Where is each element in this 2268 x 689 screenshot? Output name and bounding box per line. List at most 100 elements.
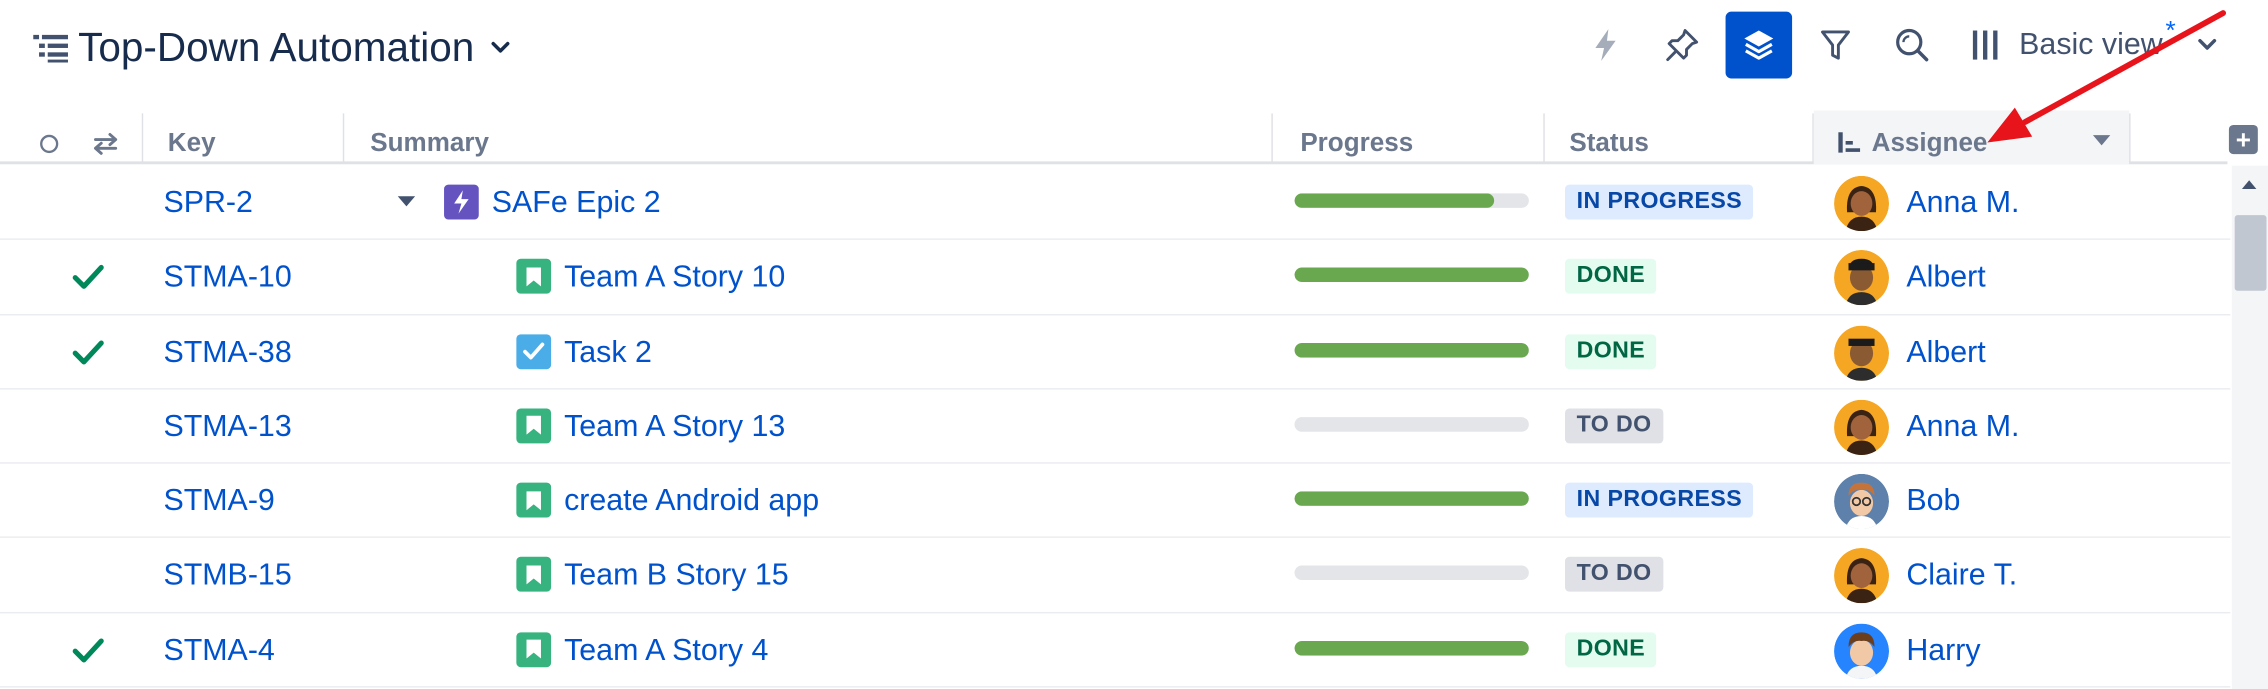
view-name: Basic view — [2019, 27, 2163, 62]
task-icon — [516, 333, 552, 369]
assignee-name[interactable]: Claire T. — [1906, 559, 2017, 594]
issue-summary[interactable]: Team A Story 4 — [564, 633, 768, 668]
story-icon — [516, 631, 552, 667]
progress-fill — [1294, 491, 1529, 507]
check-icon — [72, 638, 104, 663]
table-row[interactable]: STMB-15 Team B Story 15 TO DO Claire T. — [0, 539, 2231, 614]
table-row[interactable]: STMA-9 create Android app IN PROGRESS Bo… — [0, 464, 2231, 539]
assignee-name[interactable]: Albert — [1906, 261, 1985, 296]
progress-bar — [1294, 640, 1529, 656]
progress-bar — [1294, 417, 1529, 432]
assignee-name[interactable]: Anna M. — [1906, 186, 2019, 221]
check-icon — [72, 265, 104, 290]
pin-icon — [1666, 29, 1699, 62]
avatar-claire — [1834, 548, 1889, 604]
layers-button[interactable] — [1725, 11, 1793, 79]
epic-icon — [444, 184, 479, 220]
avatar-harry — [1834, 623, 1889, 679]
issue-key[interactable]: STMA-38 — [163, 335, 291, 370]
column-header-summary[interactable]: Summary — [370, 110, 489, 164]
issue-key[interactable]: STMA-10 — [163, 261, 291, 296]
issue-key[interactable]: SPR-2 — [163, 186, 252, 221]
progress-fill — [1294, 640, 1529, 656]
issue-key[interactable]: STMB-15 — [163, 559, 291, 594]
collapse-caret-icon[interactable] — [396, 195, 416, 210]
search-button[interactable] — [1879, 12, 1946, 79]
table-row[interactable]: STMA-4 Team A Story 4 DONE Harry — [0, 613, 2231, 688]
select-all-radio[interactable] — [38, 110, 67, 164]
structure-list-icon — [33, 34, 68, 63]
issue-summary[interactable]: create Android app — [564, 484, 819, 519]
filter-icon — [1821, 30, 1850, 60]
progress-fill — [1294, 193, 1494, 208]
column-divider[interactable] — [342, 113, 345, 163]
avatar-albert — [1834, 250, 1889, 306]
assignee-name[interactable]: Albert — [1906, 335, 1985, 370]
status-badge[interactable]: TO DO — [1565, 408, 1664, 444]
page-title: Top-Down Automation — [78, 24, 475, 70]
column-header-assignee-label: Assignee — [1871, 127, 1988, 157]
sort-icon — [1838, 132, 1861, 153]
chevron-down-icon — [2198, 38, 2217, 50]
issue-summary[interactable]: Task 2 — [564, 335, 652, 370]
issue-key[interactable]: STMA-13 — [163, 410, 291, 445]
column-divider[interactable] — [1271, 113, 1273, 163]
assignee-name[interactable]: Bob — [1906, 484, 1960, 519]
check-icon — [72, 339, 104, 364]
story-icon — [516, 259, 552, 295]
avatar-anna — [1834, 399, 1889, 455]
pin-button[interactable] — [1649, 12, 1716, 79]
transfer-column-header[interactable] — [91, 110, 126, 164]
lightning-icon — [1595, 29, 1616, 62]
assignee-name[interactable]: Anna M. — [1906, 410, 2019, 445]
issue-summary[interactable]: Team A Story 13 — [564, 410, 785, 445]
add-column-button[interactable]: + — [2228, 124, 2258, 155]
status-badge[interactable]: TO DO — [1565, 557, 1664, 593]
column-header-key[interactable]: Key — [168, 110, 216, 164]
issue-summary[interactable]: Team B Story 15 — [564, 559, 789, 594]
automation-button[interactable] — [1572, 12, 1639, 79]
story-icon — [516, 408, 552, 444]
avatar-anna — [1834, 175, 1889, 232]
assignee-name[interactable]: Harry — [1906, 633, 1980, 668]
filter-button[interactable] — [1802, 12, 1869, 79]
chevron-down-icon[interactable] — [489, 36, 512, 59]
issue-summary[interactable]: Team A Story 10 — [564, 261, 785, 296]
caret-down-icon[interactable] — [2091, 134, 2111, 149]
progress-bar — [1294, 267, 1529, 283]
column-header-progress[interactable]: Progress — [1300, 110, 1413, 164]
progress-bar — [1294, 193, 1529, 208]
column-divider[interactable] — [141, 113, 144, 163]
view-modified-mark: * — [2165, 15, 2176, 45]
layers-icon — [1744, 30, 1774, 60]
status-badge[interactable]: DONE — [1565, 259, 1657, 295]
table-row[interactable]: SPR-2 SAFe Epic 2 IN PROGRESS Anna M. — [0, 166, 2231, 241]
status-badge[interactable]: IN PROGRESS — [1565, 482, 1754, 518]
status-badge[interactable]: IN PROGRESS — [1565, 184, 1754, 220]
circle-icon — [40, 134, 59, 154]
progress-bar — [1294, 342, 1529, 357]
table-row[interactable]: STMA-10 Team A Story 10 DONE Albert — [0, 240, 2231, 315]
avatar-bob — [1834, 474, 1889, 530]
table-row[interactable]: STMA-13 Team A Story 13 TO DO Anna M. — [0, 389, 2231, 464]
story-icon — [516, 557, 552, 593]
column-header-row: Key Summary Progress Status Assignee — [0, 110, 2228, 165]
structure-grid-page: Top-Down Automation Basic view * Key Sum… — [0, 0, 2268, 689]
structure-title-area[interactable]: Top-Down Automation — [32, 19, 512, 77]
column-divider[interactable] — [2129, 113, 2131, 163]
column-header-status[interactable]: Status — [1569, 110, 1649, 164]
view-selector[interactable]: Basic view * — [1970, 12, 2219, 79]
column-header-assignee[interactable]: Assignee — [1813, 110, 2130, 165]
table-row[interactable]: STMA-38 Task 2 DONE Albert — [0, 315, 2231, 390]
columns-icon — [1972, 30, 1998, 60]
status-badge[interactable]: DONE — [1565, 333, 1657, 369]
swap-icon — [94, 133, 118, 155]
scrollbar-thumb[interactable] — [2234, 215, 2267, 291]
issue-summary[interactable]: SAFe Epic 2 — [492, 186, 661, 221]
progress-bar — [1294, 566, 1529, 581]
status-badge[interactable]: DONE — [1565, 631, 1657, 667]
issue-key[interactable]: STMA-4 — [163, 633, 274, 668]
column-divider[interactable] — [1543, 113, 1545, 163]
scroll-up-arrow-icon[interactable] — [2240, 177, 2257, 192]
issue-key[interactable]: STMA-9 — [163, 484, 274, 519]
